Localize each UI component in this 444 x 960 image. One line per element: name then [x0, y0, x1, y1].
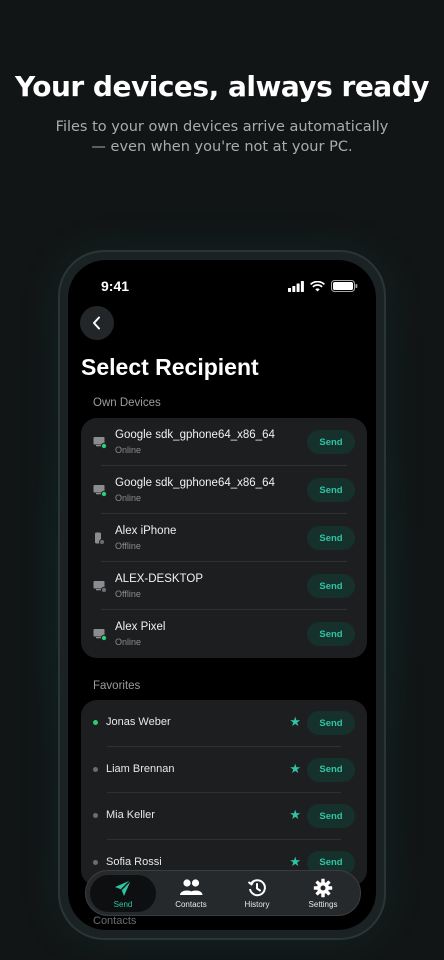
favorites-card: Jonas Weber ★ Send Liam Brennan ★ Send Mia Kel…	[81, 700, 367, 886]
status-time: 9:41	[101, 278, 130, 294]
hero-subtitle-line-2: — even when you're not at your PC.	[91, 139, 353, 155]
star-icon[interactable]: ★	[289, 761, 301, 777]
page-title: Select Recipient	[81, 354, 259, 380]
favorite-name: Sofia Rossi	[106, 855, 162, 868]
send-button[interactable]: Send	[307, 622, 355, 646]
send-button[interactable]: Send	[307, 804, 355, 828]
tab-label: Send	[113, 900, 133, 909]
computer-icon	[93, 580, 108, 598]
send-button[interactable]: Send	[307, 430, 355, 454]
phone-screen: 9:41 Select Recipient Own Devices Google…	[68, 260, 376, 930]
device-row[interactable]: Google sdk_gphone64_x86_64 Online Send	[81, 466, 367, 514]
own-devices-label: Own Devices	[93, 397, 161, 409]
hero-subtitle-line-1: Files to your own devices arrive automat…	[55, 119, 389, 135]
send-button[interactable]: Send	[307, 574, 355, 598]
star-icon[interactable]: ★	[289, 807, 301, 823]
computer-icon	[93, 484, 108, 502]
wifi-icon	[310, 280, 325, 291]
bottom-tab-bar: Send Contacts History Settings	[85, 870, 361, 916]
favorite-row[interactable]: Jonas Weber ★ Send	[81, 700, 367, 747]
status-icons	[288, 280, 358, 292]
device-row[interactable]: ALEX-DESKTOP Offline Send	[81, 562, 367, 610]
device-status: Offline	[115, 589, 141, 599]
battery-icon	[331, 280, 358, 292]
favorite-name: Mia Keller	[106, 809, 155, 821]
hero-title: Your devices, always ready	[15, 70, 430, 103]
tab-send[interactable]: Send	[90, 875, 156, 912]
star-icon[interactable]: ★	[289, 714, 301, 730]
send-button[interactable]: Send	[307, 757, 355, 782]
phone-frame: 9:41 Select Recipient Own Devices Google…	[58, 250, 386, 940]
chevron-left-icon	[93, 316, 100, 330]
device-status: Online	[115, 637, 142, 647]
phone-icon	[93, 532, 105, 550]
send-button[interactable]: Send	[307, 711, 355, 735]
device-row[interactable]: Alex Pixel Online Send	[81, 610, 367, 658]
favorite-name: Liam Brennan	[106, 762, 175, 775]
contacts-section-label: Contacts	[93, 915, 137, 927]
hero-subtitle: Files to your own devices arrive automat…	[50, 117, 394, 157]
presence-dot	[93, 720, 98, 725]
favorite-row[interactable]: Mia Keller ★ Send	[81, 793, 367, 840]
favorites-label: Favorites	[93, 680, 141, 692]
tab-history[interactable]: History	[224, 875, 290, 912]
tab-label: Settings	[308, 900, 338, 909]
back-button[interactable]	[80, 306, 114, 340]
device-row[interactable]: Google sdk_gphone64_x86_64 Online Send	[81, 418, 367, 466]
presence-dot	[93, 859, 98, 865]
computer-icon	[93, 436, 108, 454]
star-icon[interactable]: ★	[289, 854, 301, 870]
tab-label: Contacts	[175, 900, 207, 909]
device-row[interactable]: Alex iPhone Offline Send	[81, 514, 367, 562]
device-name: Alex iPhone	[115, 525, 177, 537]
cellular-signal-icon	[288, 280, 304, 292]
favorite-name: Jonas Weber	[106, 716, 171, 728]
presence-dot	[93, 813, 98, 818]
tab-label: History	[244, 900, 270, 909]
device-status: Online	[115, 445, 142, 455]
own-devices-card: Google sdk_gphone64_x86_64 Online Send Goog…	[81, 418, 367, 658]
device-status: Online	[115, 493, 142, 503]
favorite-row[interactable]: Liam Brennan ★ Send	[81, 747, 367, 793]
device-name: Google sdk_gphone64_x86_64	[115, 477, 275, 489]
device-name: Google sdk_gphone64_x86_64	[115, 429, 275, 441]
send-button[interactable]: Send	[307, 526, 355, 550]
status-bar: 9:41	[68, 278, 376, 298]
tab-settings[interactable]: Settings	[290, 875, 356, 912]
contacts-icon	[179, 878, 203, 901]
device-name: Alex Pixel	[115, 621, 166, 633]
tab-contacts[interactable]: Contacts	[158, 875, 224, 912]
computer-icon	[93, 628, 108, 646]
send-button[interactable]: Send	[307, 478, 355, 502]
device-status: Offline	[115, 541, 141, 551]
device-name: ALEX-DESKTOP	[115, 573, 203, 585]
presence-dot	[93, 766, 98, 772]
